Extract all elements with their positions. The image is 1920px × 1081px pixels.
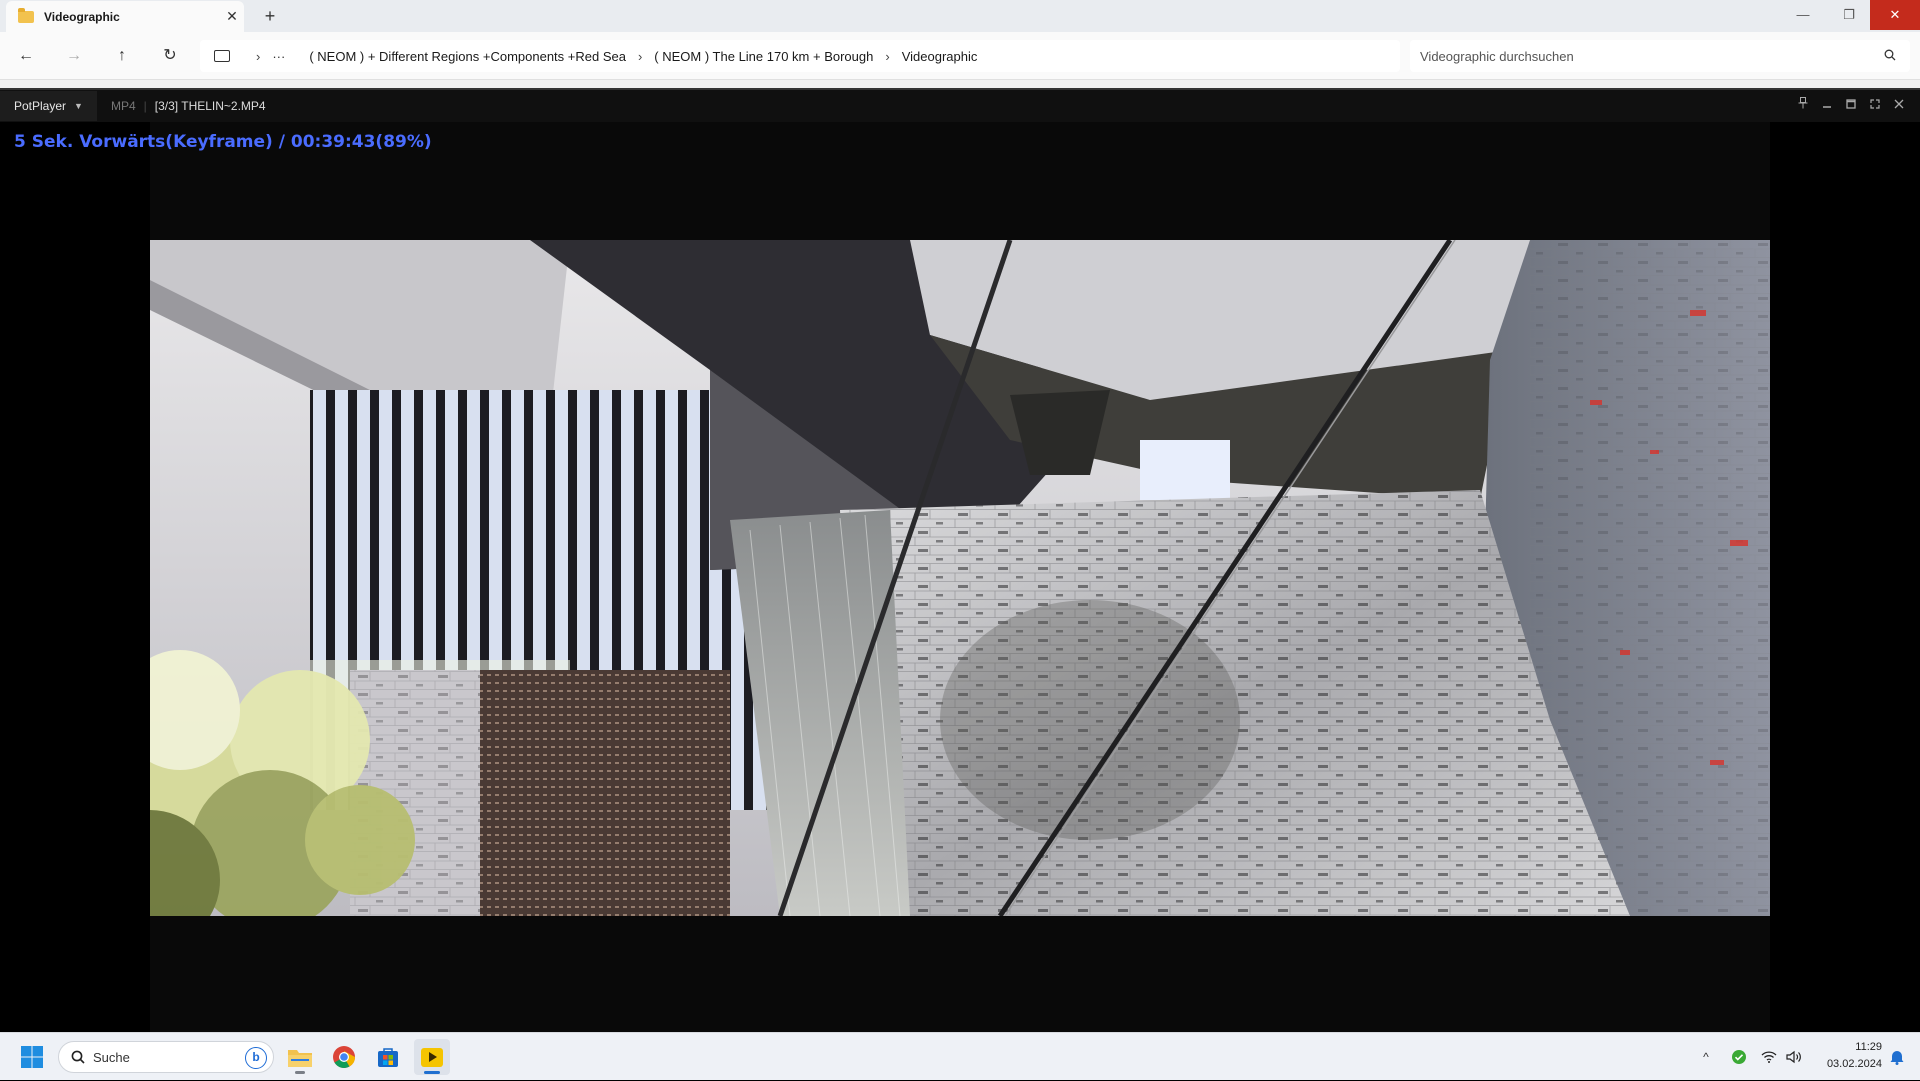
tab-close-button[interactable]: ✕	[220, 8, 244, 25]
minimize-button[interactable]: —	[1780, 0, 1826, 30]
refresh-button[interactable]: ↻	[156, 44, 184, 68]
potplayer-menu-button[interactable]: PotPlayer ▼	[0, 91, 97, 121]
minimize-icon[interactable]	[1816, 96, 1838, 116]
file-name-label: [3/3] THELIN~2.MP4	[154, 99, 266, 113]
file-explorer-icon	[288, 1050, 312, 1067]
breadcrumb-item-current[interactable]: Videographic	[902, 49, 978, 64]
security-shield-icon[interactable]	[1728, 1033, 1750, 1081]
explorer-content-strip	[0, 80, 1920, 88]
close-icon[interactable]	[1888, 96, 1910, 116]
chevron-down-icon: ▼	[74, 101, 83, 111]
search-icon	[1884, 49, 1896, 61]
address-bar[interactable]: › ··· ( NEOM ) + Different Regions +Comp…	[200, 40, 1400, 72]
search-placeholder: Videographic durchsuchen	[1420, 48, 1574, 64]
window-close-button[interactable]: ✕	[1870, 0, 1920, 30]
explorer-tab-bar: Videographic ✕ + — ❐ ✕	[0, 0, 1920, 32]
breadcrumb-more-button[interactable]: ···	[272, 49, 285, 64]
potplayer-brand-label: PotPlayer	[14, 99, 67, 113]
title-separator: |	[143, 99, 147, 113]
potplayer-icon	[421, 1048, 443, 1067]
clock-time: 11:29	[1855, 1041, 1882, 1053]
folder-icon	[18, 7, 34, 23]
clock-date: 03.02.2024	[1826, 1058, 1882, 1070]
search-icon	[71, 1050, 85, 1064]
osd-seek-message: 5 Sek. Vorwärts(Keyframe) / 00:39:43(89%…	[14, 132, 432, 152]
this-pc-icon[interactable]	[214, 50, 230, 62]
breadcrumb-separator[interactable]: ›	[885, 49, 889, 64]
store-taskbar-button[interactable]	[370, 1039, 406, 1075]
video-frame[interactable]	[150, 240, 1770, 916]
explorer-search-input[interactable]: Videographic durchsuchen	[1410, 40, 1910, 72]
breadcrumb-separator[interactable]: ›	[256, 49, 260, 64]
tray-overflow-button[interactable]: ^	[1696, 1033, 1716, 1081]
volume-icon[interactable]	[1783, 1033, 1805, 1081]
breadcrumb-item[interactable]: ( NEOM ) The Line 170 km + Borough	[654, 49, 873, 64]
potplayer-window: PotPlayer ▼ MP4 | [3/3] THELIN~2.MP4 5 S…	[0, 88, 1920, 1032]
running-indicator	[295, 1071, 305, 1074]
pin-icon[interactable]	[1792, 96, 1814, 116]
bing-icon[interactable]: b	[245, 1047, 267, 1069]
explorer-nav-bar: ← → ↑ ↻ › ··· ( NEOM ) + Different Regio…	[0, 32, 1920, 80]
potplayer-taskbar-button[interactable]	[414, 1039, 450, 1075]
back-button[interactable]: ←	[12, 44, 40, 68]
file-explorer-taskbar-button[interactable]	[282, 1039, 318, 1075]
wifi-icon[interactable]	[1758, 1033, 1780, 1081]
tab-title: Videographic	[44, 9, 120, 24]
notification-bell-icon[interactable]	[1886, 1033, 1908, 1081]
taskbar-search-placeholder: Suche	[93, 1049, 130, 1065]
potplayer-title-bar: PotPlayer ▼ MP4 | [3/3] THELIN~2.MP4	[0, 88, 1920, 122]
breadcrumb-separator[interactable]: ›	[638, 49, 642, 64]
chrome-taskbar-button[interactable]	[326, 1039, 362, 1075]
taskbar: Suche b ^ 11:29 03.02.2024	[0, 1032, 1920, 1080]
store-icon	[378, 1048, 398, 1067]
file-format-label: MP4	[110, 99, 136, 113]
maximize-icon[interactable]	[1840, 96, 1862, 116]
new-tab-button[interactable]: +	[258, 4, 282, 28]
windows-logo-icon	[21, 1046, 43, 1068]
forward-button[interactable]: →	[60, 44, 88, 68]
restore-button[interactable]: ❐	[1826, 0, 1872, 30]
up-button[interactable]: ↑	[108, 44, 136, 68]
taskbar-search-input[interactable]: Suche b	[58, 1041, 274, 1073]
tab-videographic[interactable]: Videographic ✕	[6, 1, 244, 32]
system-clock[interactable]: 11:29 03.02.2024	[1812, 1039, 1882, 1073]
active-indicator	[424, 1071, 440, 1074]
fullscreen-icon[interactable]	[1864, 96, 1886, 116]
chrome-icon	[333, 1046, 355, 1068]
start-button[interactable]	[14, 1039, 50, 1075]
breadcrumb-item[interactable]: ( NEOM ) + Different Regions +Components…	[309, 49, 626, 64]
